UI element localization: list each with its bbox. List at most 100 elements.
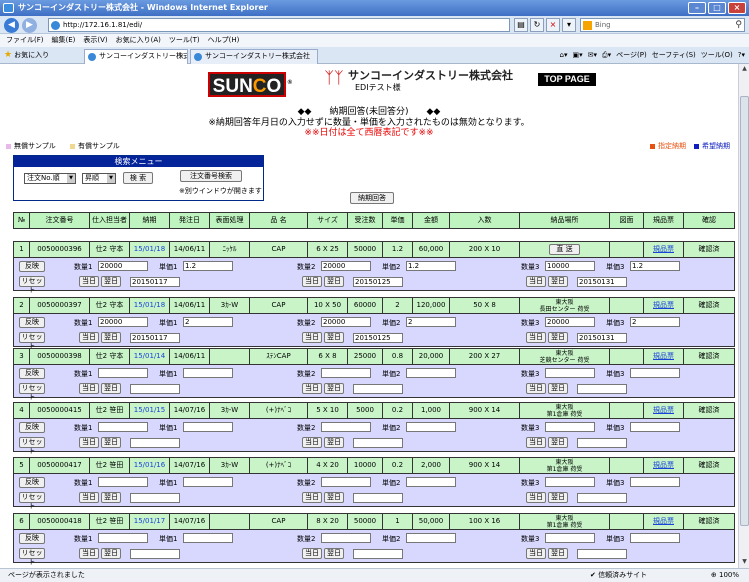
page-menu[interactable]: ページ(P) [616, 50, 647, 61]
qty1-input[interactable] [98, 533, 148, 543]
date2-input[interactable]: 20150125 [353, 277, 403, 287]
reflect-button[interactable]: 反映 [19, 368, 45, 379]
reflect-button[interactable]: 反映 [19, 533, 45, 544]
print-icon[interactable]: ⎙▾ [602, 50, 611, 61]
cell-spec[interactable]: 規品票 [644, 458, 684, 473]
reset-button[interactable]: リセット [19, 548, 45, 566]
price2-input[interactable]: 1.2 [406, 261, 456, 271]
qty1-input[interactable]: 20000 [98, 261, 148, 271]
mail-icon[interactable]: ✉▾ [588, 50, 597, 61]
today-button[interactable]: 当日 [526, 383, 546, 394]
menu-edit[interactable]: 編集(E) [52, 34, 76, 47]
next-day-button[interactable]: 翌日 [324, 492, 344, 503]
date2-input[interactable] [353, 493, 403, 503]
qty3-input[interactable]: 20000 [545, 317, 595, 327]
refresh-icon[interactable]: ↻ [530, 18, 544, 32]
price2-input[interactable] [406, 533, 456, 543]
date1-input[interactable] [130, 438, 180, 448]
today-button[interactable]: 当日 [302, 437, 322, 448]
price1-input[interactable] [183, 533, 233, 543]
tab-close-icon[interactable]: × [178, 50, 184, 63]
today-button[interactable]: 当日 [526, 492, 546, 503]
date1-input[interactable]: 20150117 [130, 277, 180, 287]
price2-input[interactable] [406, 477, 456, 487]
date3-input[interactable] [577, 438, 627, 448]
reset-button[interactable]: リセット [19, 383, 45, 401]
scroll-thumb[interactable] [740, 96, 749, 526]
date2-input[interactable]: 20150125 [353, 333, 403, 343]
date1-input[interactable]: 20150117 [130, 333, 180, 343]
qty3-input[interactable]: 10000 [545, 261, 595, 271]
today-button[interactable]: 当日 [526, 332, 546, 343]
price1-input[interactable] [183, 368, 233, 378]
date3-input[interactable] [577, 549, 627, 559]
date2-input[interactable] [353, 549, 403, 559]
qty1-input[interactable] [98, 368, 148, 378]
search-button[interactable]: 検 索 [123, 172, 153, 184]
price2-input[interactable] [406, 422, 456, 432]
today-button[interactable]: 当日 [302, 276, 322, 287]
price3-input[interactable] [630, 477, 680, 487]
next-day-button[interactable]: 翌日 [324, 332, 344, 343]
today-button[interactable]: 当日 [302, 548, 322, 559]
qty3-input[interactable] [545, 477, 595, 487]
qty2-input[interactable] [321, 368, 371, 378]
qty2-input[interactable] [321, 477, 371, 487]
today-button[interactable]: 当日 [302, 332, 322, 343]
reflect-button[interactable]: 反映 [19, 477, 45, 488]
price1-input[interactable] [183, 422, 233, 432]
compat-view-icon[interactable]: ▤ [514, 18, 528, 32]
sort-field-select[interactable]: 注文No.順 ▼ [24, 173, 76, 184]
reset-button[interactable]: リセット [19, 276, 45, 294]
date3-input[interactable] [577, 493, 627, 503]
next-day-button[interactable]: 翌日 [548, 383, 568, 394]
today-button[interactable]: 当日 [526, 437, 546, 448]
forward-icon[interactable]: ▶ [22, 18, 37, 33]
reflect-button[interactable]: 反映 [19, 261, 45, 272]
scroll-down-icon[interactable]: ▼ [740, 558, 749, 567]
vertical-scrollbar[interactable]: ▲ ▼ [738, 64, 749, 568]
next-day-button[interactable]: 翌日 [548, 437, 568, 448]
date3-input[interactable]: 20150131 [577, 277, 627, 287]
qty2-input[interactable] [321, 422, 371, 432]
next-day-button[interactable]: 翌日 [324, 276, 344, 287]
reset-button[interactable]: リセット [19, 437, 45, 455]
qty3-input[interactable] [545, 422, 595, 432]
next-day-button[interactable]: 翌日 [548, 548, 568, 559]
qty1-input[interactable] [98, 477, 148, 487]
price2-input[interactable]: 2 [406, 317, 456, 327]
today-button[interactable]: 当日 [79, 492, 99, 503]
menu-file[interactable]: ファイル(F) [6, 34, 44, 47]
date2-input[interactable] [353, 384, 403, 394]
next-day-button[interactable]: 翌日 [324, 548, 344, 559]
date1-input[interactable] [130, 493, 180, 503]
feeds-icon[interactable]: ▣▾ [573, 50, 583, 61]
today-button[interactable]: 当日 [526, 276, 546, 287]
next-day-button[interactable]: 翌日 [101, 437, 121, 448]
menu-help[interactable]: ヘルプ(H) [208, 34, 240, 47]
home-icon[interactable]: ⌂▾ [560, 50, 568, 61]
date1-input[interactable] [130, 549, 180, 559]
today-button[interactable]: 当日 [79, 437, 99, 448]
cell-spec[interactable]: 規品票 [644, 403, 684, 418]
menu-view[interactable]: 表示(V) [83, 34, 107, 47]
reflect-button[interactable]: 反映 [19, 317, 45, 328]
date1-input[interactable] [130, 384, 180, 394]
reset-button[interactable]: リセット [19, 492, 45, 510]
next-day-button[interactable]: 翌日 [548, 332, 568, 343]
top-page-button[interactable]: TOP PAGE [538, 73, 596, 86]
minimize-button[interactable]: – [688, 2, 706, 14]
scroll-up-icon[interactable]: ▲ [740, 65, 749, 74]
reflect-button[interactable]: 反映 [19, 422, 45, 433]
menu-favorites[interactable]: お気に入り(A) [116, 34, 161, 47]
address-input[interactable]: http://172.16.1.81/edi/ [48, 18, 510, 32]
search-engine-icon[interactable]: ▾ [562, 18, 576, 32]
help-icon[interactable]: ?▾ [738, 50, 745, 61]
next-day-button[interactable]: 翌日 [101, 383, 121, 394]
today-button[interactable]: 当日 [79, 332, 99, 343]
menu-tools[interactable]: ツール(T) [169, 34, 200, 47]
today-button[interactable]: 当日 [79, 548, 99, 559]
cell-spec[interactable]: 規品票 [644, 349, 684, 364]
qty2-input[interactable]: 20000 [321, 317, 371, 327]
reset-button[interactable]: リセット [19, 332, 45, 350]
